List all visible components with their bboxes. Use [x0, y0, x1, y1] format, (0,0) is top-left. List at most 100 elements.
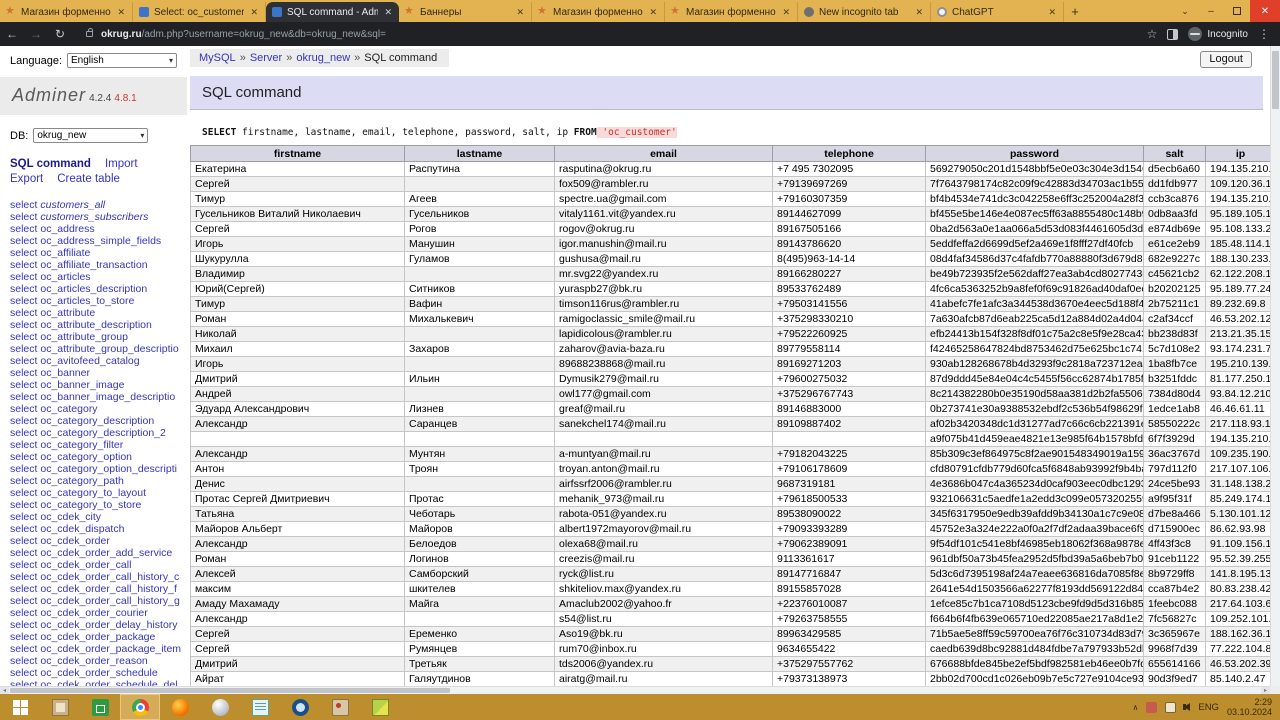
select-link[interactable]: select	[10, 643, 37, 655]
table-name-link[interactable]: oc_cdek_order_courier	[40, 607, 147, 619]
sphere-taskbar-button[interactable]	[200, 694, 240, 720]
language-select[interactable]: English ▾	[67, 53, 177, 68]
photos-taskbar-button[interactable]	[360, 694, 400, 720]
browser-tab[interactable]: ChatGPT✕	[931, 2, 1064, 22]
table-name-link[interactable]: oc_cdek_order_reason	[40, 655, 147, 667]
select-link[interactable]: select	[10, 379, 37, 391]
select-link[interactable]: select	[10, 523, 37, 535]
nav-sql-command-link[interactable]: SQL command	[10, 158, 91, 170]
tray-chevron-icon[interactable]: ∧	[1133, 703, 1139, 712]
select-link[interactable]: select	[10, 475, 37, 487]
table-name-link[interactable]: customers_all	[40, 199, 105, 211]
table-name-link[interactable]: oc_affiliate	[40, 247, 90, 259]
restore-button[interactable]	[1224, 0, 1250, 22]
select-link[interactable]: select	[10, 211, 37, 223]
select-link[interactable]: select	[10, 631, 37, 643]
column-header[interactable]: email	[555, 146, 773, 162]
table-name-link[interactable]: oc_cdek_order_add_service	[40, 547, 172, 559]
select-link[interactable]: select	[10, 439, 37, 451]
side-panel-icon[interactable]	[1167, 29, 1178, 40]
tab-close-icon[interactable]: ✕	[249, 7, 259, 18]
chrome-taskbar-button[interactable]	[120, 694, 160, 720]
browser-tab[interactable]: SQL command - Adminer✕	[266, 2, 399, 22]
select-link[interactable]: select	[10, 235, 37, 247]
table-name-link[interactable]: oc_banner_image_descriptio	[40, 391, 175, 403]
table-name-link[interactable]: customers_subscribers	[40, 211, 148, 223]
browser-menu-icon[interactable]: ⋮	[1258, 27, 1270, 41]
table-name-link[interactable]: oc_attribute	[40, 307, 95, 319]
table-name-link[interactable]: oc_articles_to_store	[40, 295, 134, 307]
column-header[interactable]: firstname	[191, 146, 405, 162]
table-name-link[interactable]: oc_cdek_dispatch	[40, 523, 124, 535]
breadcrumb-link[interactable]: okrug_new	[296, 49, 350, 67]
start-taskbar-button[interactable]	[0, 694, 40, 720]
scroll-left-arrow-icon[interactable]: ◂	[0, 687, 9, 694]
breadcrumb-link[interactable]: MySQL	[199, 49, 236, 67]
tab-close-icon[interactable]: ✕	[116, 7, 126, 18]
reload-icon[interactable]: ↻	[48, 27, 72, 41]
table-name-link[interactable]: oc_cdek_order_call_history_c	[40, 571, 179, 583]
select-link[interactable]: select	[10, 535, 37, 547]
select-link[interactable]: select	[10, 391, 37, 403]
tab-close-icon[interactable]: ✕	[781, 7, 791, 18]
select-link[interactable]: select	[10, 319, 37, 331]
input-language[interactable]: ENG	[1198, 702, 1219, 713]
table-name-link[interactable]: oc_banner_image	[40, 379, 124, 391]
table-name-link[interactable]: oc_category_description	[40, 415, 154, 427]
select-link[interactable]: select	[10, 607, 37, 619]
minimize-button[interactable]: –	[1198, 0, 1224, 22]
table-name-link[interactable]: oc_avitofeed_catalog	[40, 355, 139, 367]
incognito-badge[interactable]: Incognito	[1188, 27, 1248, 41]
select-link[interactable]: select	[10, 583, 37, 595]
taskbar-clock[interactable]: 2:29 03.10.2024	[1227, 697, 1272, 717]
table-name-link[interactable]: oc_category_filter	[40, 439, 123, 451]
column-header[interactable]: password	[926, 146, 1144, 162]
column-header[interactable]: ip	[1206, 146, 1276, 162]
tray-keyboard-icon[interactable]	[1165, 702, 1176, 713]
store-taskbar-button[interactable]	[80, 694, 120, 720]
table-name-link[interactable]: oc_cdek_order_package	[40, 631, 155, 643]
select-link[interactable]: select	[10, 655, 37, 667]
table-name-link[interactable]: oc_cdek_order_call_history_g	[40, 595, 180, 607]
tray-app-icon[interactable]	[1146, 702, 1157, 713]
select-link[interactable]: select	[10, 307, 37, 319]
close-window-button[interactable]: ✕	[1250, 0, 1280, 22]
tab-close-icon[interactable]: ✕	[914, 7, 924, 18]
table-name-link[interactable]: oc_address	[40, 223, 94, 235]
horizontal-scrollbar-thumb[interactable]	[10, 688, 450, 693]
table-name-link[interactable]: oc_articles_description	[40, 283, 147, 295]
horizontal-scrollbar[interactable]: ◂ ▸	[0, 686, 1270, 694]
new-tab-button[interactable]: +	[1064, 2, 1086, 22]
lock-icon[interactable]	[86, 31, 93, 37]
select-link[interactable]: select	[10, 367, 37, 379]
browser-tab[interactable]: New incognito tab✕	[798, 2, 931, 22]
table-name-link[interactable]: oc_articles	[40, 271, 90, 283]
navigator-taskbar-button[interactable]	[280, 694, 320, 720]
select-link[interactable]: select	[10, 295, 37, 307]
browser-tab[interactable]: Баннеры✕	[399, 2, 532, 22]
select-link[interactable]: select	[10, 331, 37, 343]
column-header[interactable]: telephone	[773, 146, 926, 162]
select-link[interactable]: select	[10, 259, 37, 271]
table-name-link[interactable]: oc_attribute_description	[40, 319, 152, 331]
select-link[interactable]: select	[10, 199, 37, 211]
select-link[interactable]: select	[10, 499, 37, 511]
vertical-scrollbar[interactable]	[1270, 46, 1280, 686]
breadcrumb-link[interactable]: Server	[250, 49, 282, 67]
browser-tab[interactable]: Магазин форменной оде✕	[532, 2, 665, 22]
adminer-logo[interactable]: Adminer	[12, 85, 86, 105]
table-name-link[interactable]: oc_cdek_city	[40, 511, 101, 523]
select-link[interactable]: select	[10, 619, 37, 631]
table-name-link[interactable]: oc_cdek_order_call_history_f	[40, 583, 177, 595]
table-name-link[interactable]: oc_category_path	[40, 475, 123, 487]
table-name-link[interactable]: oc_category_option	[40, 451, 132, 463]
table-name-link[interactable]: oc_category_to_store	[40, 499, 141, 511]
volume-icon[interactable]	[1184, 703, 1190, 711]
browser-tab[interactable]: Магазин форменной оде✕	[0, 2, 133, 22]
select-link[interactable]: select	[10, 427, 37, 439]
tab-search-chevron-icon[interactable]: ⌄	[1172, 6, 1198, 17]
nav-create-table-link[interactable]: Create table	[57, 173, 120, 185]
table-name-link[interactable]: oc_affiliate_transaction	[40, 259, 147, 271]
notes-taskbar-button[interactable]	[240, 694, 280, 720]
table-name-link[interactable]: oc_attribute_group	[40, 331, 128, 343]
